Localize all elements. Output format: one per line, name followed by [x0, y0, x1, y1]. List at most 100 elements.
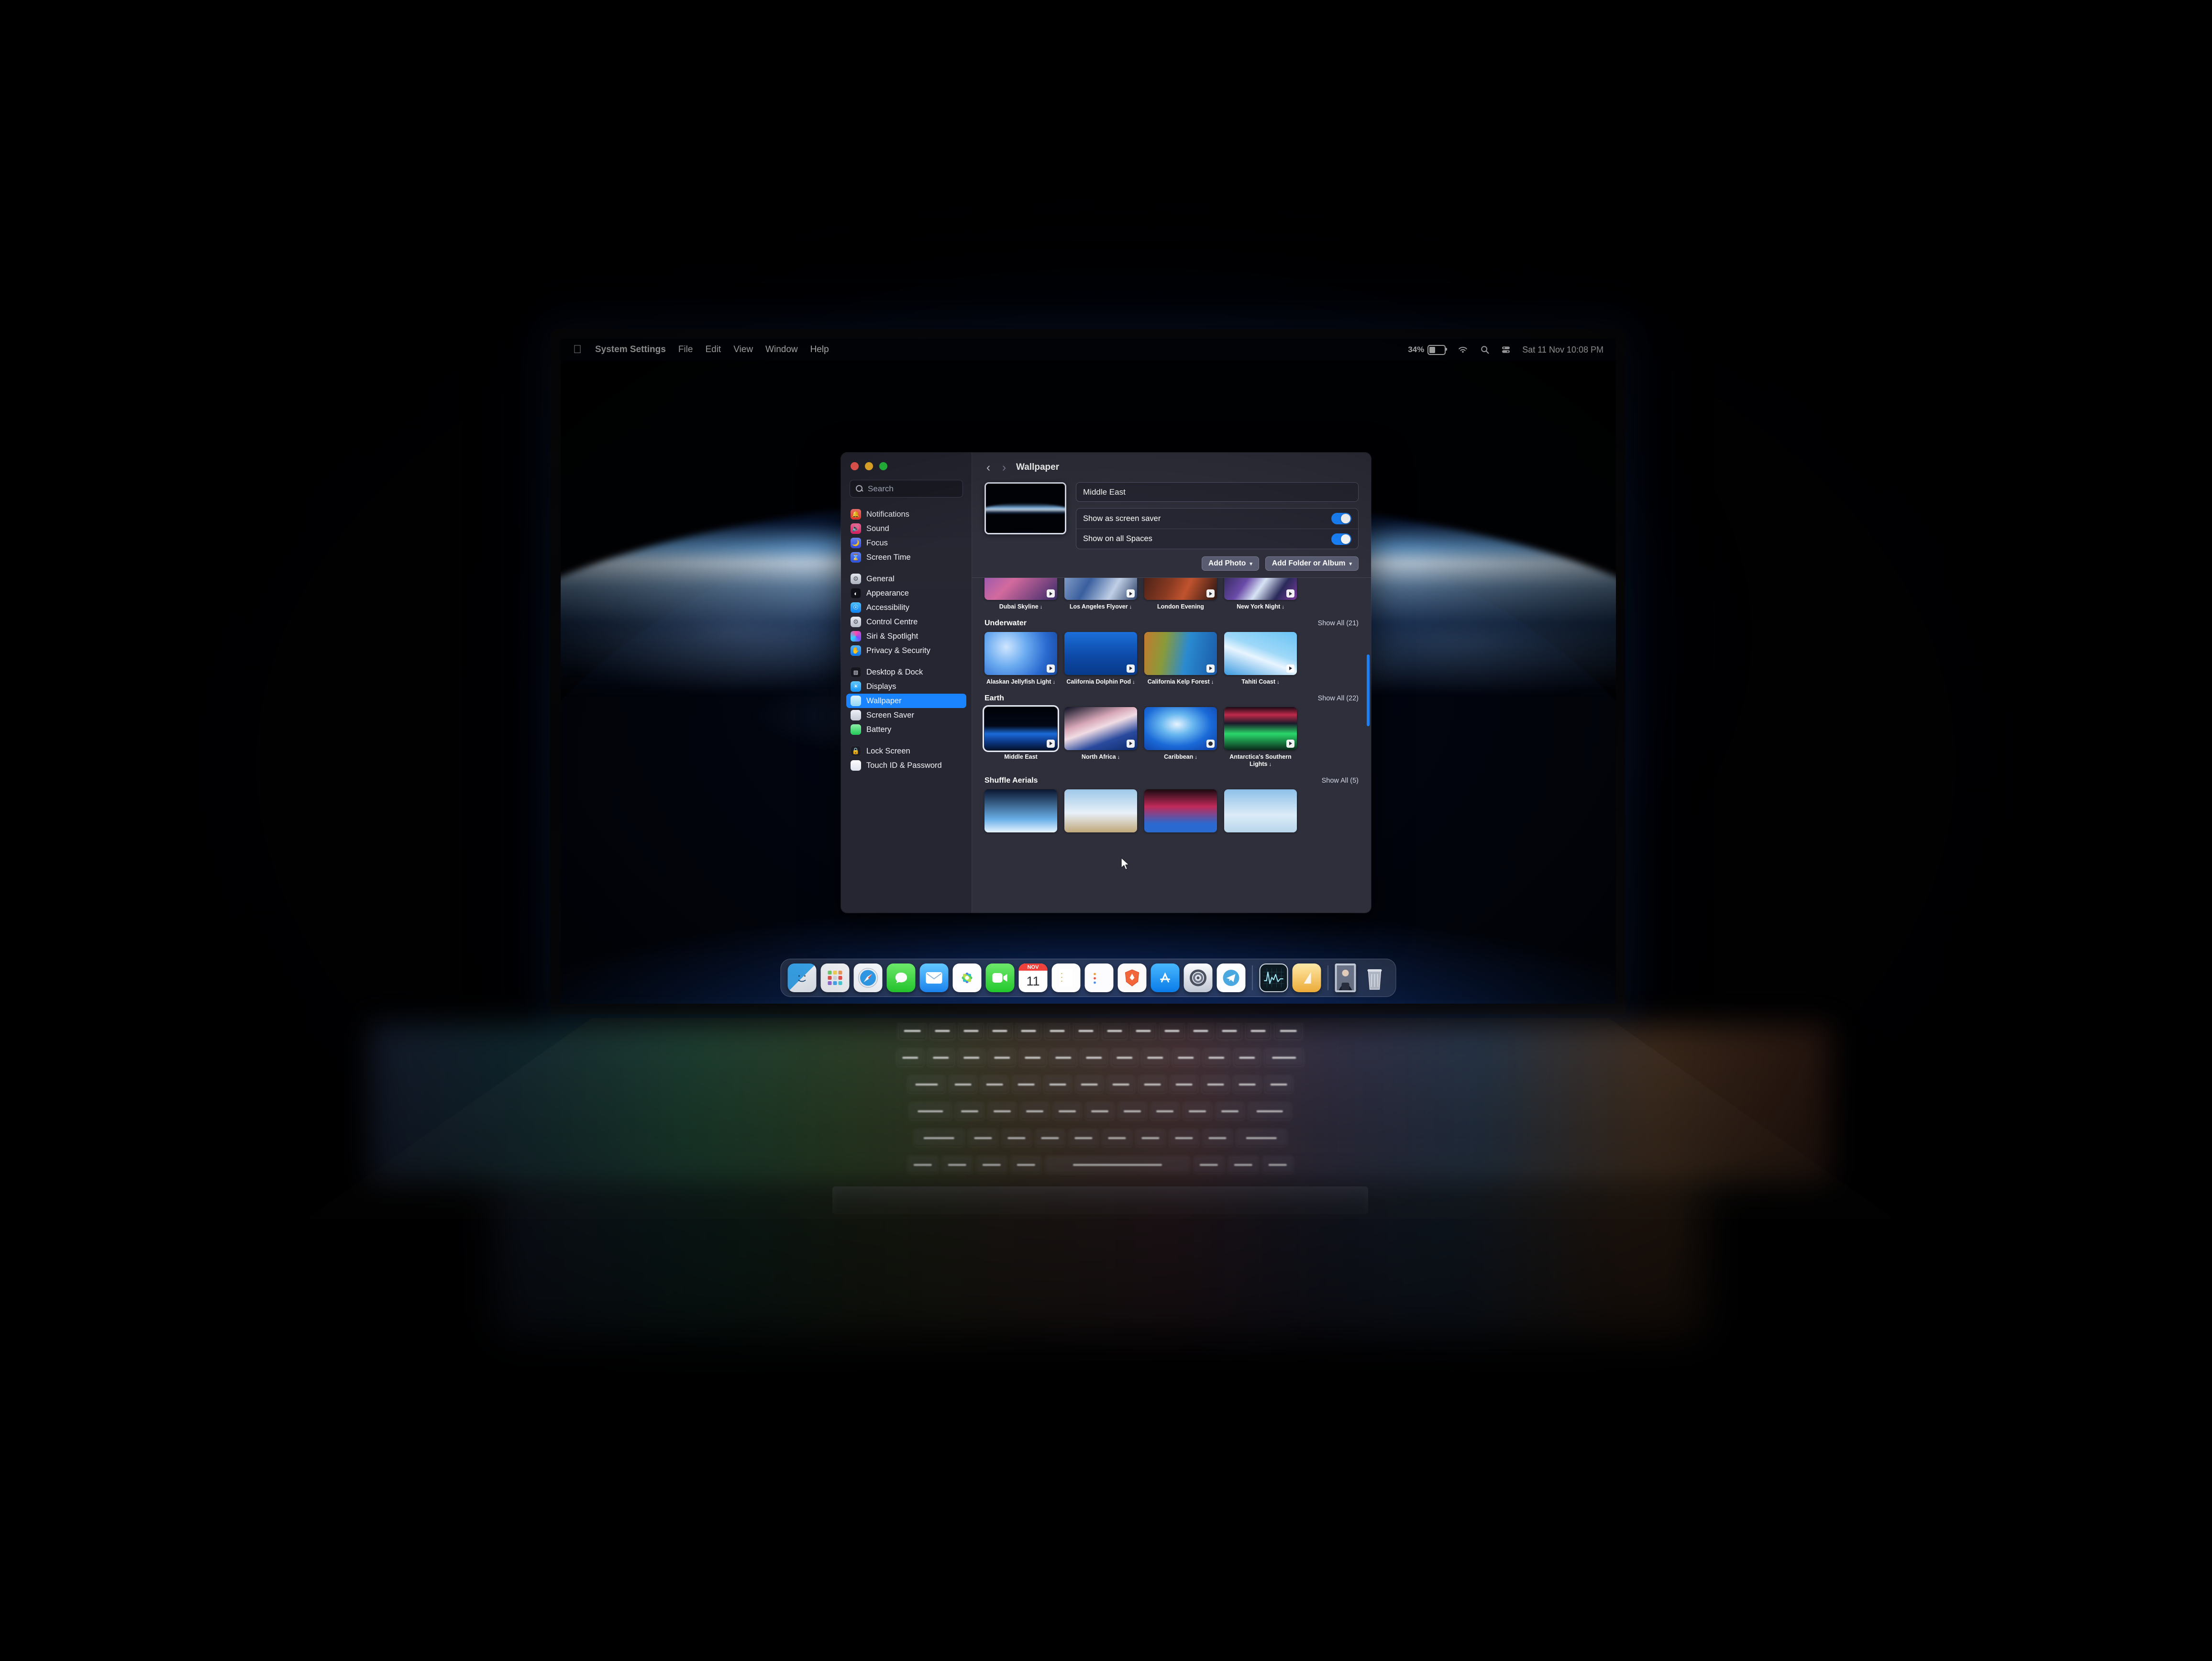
close-button[interactable] — [851, 462, 859, 470]
dock-item-facetime[interactable] — [985, 963, 1015, 992]
show-all-underwater[interactable]: Show All (21) — [1318, 620, 1359, 627]
wallpaper-thumbnail[interactable] — [1064, 789, 1137, 832]
dock-item-brave-browser[interactable] — [1117, 963, 1147, 992]
wallpaper-cell[interactable]: New York Night ↓ — [1224, 578, 1297, 611]
sidebar-item-general[interactable]: ⚙ General — [846, 572, 966, 586]
wallpaper-cell[interactable]: Caribbean ↓ — [1144, 707, 1217, 768]
sidebar-item-privacy-security[interactable]: ✋ Privacy & Security — [846, 643, 966, 658]
menu-help[interactable]: Help — [810, 344, 829, 355]
chevron-left-icon[interactable]: ‹ — [984, 461, 992, 475]
wallpaper-cell[interactable]: Los Angeles Flyover ↓ — [1064, 578, 1137, 611]
dock-item-calendar[interactable]: NOV 11 — [1018, 963, 1048, 992]
wallpaper-thumbnail[interactable] — [1224, 707, 1297, 750]
trackpad[interactable] — [832, 1186, 1368, 1214]
sidebar-item-accessibility[interactable]: ☉ Accessibility — [846, 600, 966, 615]
show-all-earth[interactable]: Show All (22) — [1318, 695, 1359, 702]
menu-system-settings[interactable]: System Settings — [595, 344, 666, 355]
wallpaper-thumbnail[interactable] — [984, 789, 1057, 832]
wallpaper-preview-thumbnail[interactable] — [984, 482, 1066, 534]
sidebar-item-screen-saver[interactable]: Screen Saver — [846, 708, 966, 722]
wallpaper-cell[interactable]: Tahiti Coast ↓ — [1224, 631, 1297, 686]
wallpaper-thumbnail[interactable] — [1144, 578, 1217, 600]
dock-item-photo-file[interactable] — [1335, 963, 1356, 992]
dock-item-app-store[interactable] — [1150, 963, 1180, 992]
show-as-screen-saver-toggle[interactable] — [1331, 513, 1351, 524]
wallpaper-cell[interactable]: Dubai Skyline ↓ — [984, 578, 1057, 611]
wallpaper-thumbnail[interactable] — [984, 578, 1057, 600]
show-on-all-spaces-toggle[interactable] — [1331, 533, 1351, 545]
apple-logo-icon[interactable]:  — [573, 344, 582, 355]
sidebar-item-desktop-dock[interactable]: ▧ Desktop & Dock — [846, 665, 966, 679]
dock-item-reminders[interactable] — [1084, 963, 1114, 992]
dock-item-system-settings[interactable] — [1183, 963, 1213, 992]
sidebar-item-appearance[interactable]: ◐ Appearance — [846, 586, 966, 600]
wallpaper-cell[interactable]: London Evening — [1144, 578, 1217, 611]
wifi-icon[interactable] — [1457, 345, 1469, 354]
dock-item-launchpad[interactable] — [820, 963, 850, 992]
sidebar-item-wallpaper[interactable]: Wallpaper — [846, 694, 966, 708]
dock-item-safari[interactable] — [853, 963, 883, 992]
wallpaper-cell[interactable]: Alaskan Jellyfish Light ↓ — [984, 631, 1057, 686]
chevron-right-icon[interactable]: › — [1000, 461, 1008, 475]
sidebar-item-notifications[interactable]: 🔔 Notifications — [846, 507, 966, 521]
sidebar-item-control-centre[interactable]: ⚙ Control Centre — [846, 615, 966, 629]
dock-item-notes[interactable] — [1051, 963, 1081, 992]
spotlight-search-icon[interactable] — [1480, 345, 1490, 354]
menu-bar-clock[interactable]: Sat 11 Nov 10:08 PM — [1522, 345, 1604, 355]
wallpaper-thumbnail[interactable] — [1224, 631, 1297, 675]
sidebar-item-screen-time[interactable]: ⌛ Screen Time — [846, 550, 966, 565]
wallpaper-thumbnail[interactable] — [1064, 578, 1137, 600]
wallpaper-thumbnail[interactable] — [1224, 578, 1297, 600]
wallpaper-thumbnail[interactable] — [984, 631, 1057, 675]
control-centre-icon[interactable] — [1501, 345, 1511, 354]
show-all-shuffle-aerials[interactable]: Show All (5) — [1322, 777, 1359, 785]
menu-edit[interactable]: Edit — [705, 344, 721, 355]
menu-window[interactable]: Window — [765, 344, 798, 355]
dock-item-telegram[interactable] — [1217, 963, 1246, 992]
wallpaper-thumbnail-selected[interactable] — [983, 705, 1059, 752]
wallpaper-cell[interactable]: North Africa ↓ — [1064, 707, 1137, 768]
wallpaper-thumbnail[interactable] — [1064, 631, 1137, 675]
sidebar-search-field[interactable]: Search — [850, 480, 963, 498]
wallpaper-gallery[interactable]: Dubai Skyline ↓ Los Angeles Flyover ↓ Lo… — [972, 577, 1371, 913]
wallpaper-thumbnail[interactable] — [1064, 707, 1137, 750]
wallpaper-cell[interactable] — [984, 789, 1057, 832]
wallpaper-cell[interactable] — [1224, 789, 1297, 832]
wallpaper-cell[interactable]: Antarctica's Southern Lights ↓ — [1224, 707, 1297, 768]
sidebar-label: Focus — [866, 538, 888, 547]
wallpaper-thumbnail[interactable] — [1224, 789, 1297, 832]
wallpaper-cell[interactable]: California Dolphin Pod ↓ — [1064, 631, 1137, 686]
wallpaper-cell[interactable] — [1144, 789, 1217, 832]
menu-view[interactable]: View — [733, 344, 753, 355]
sidebar-label: Control Centre — [866, 617, 918, 626]
dock-item-pages[interactable] — [1292, 963, 1321, 992]
zoom-button[interactable] — [879, 462, 887, 470]
menu-file[interactable]: File — [678, 344, 693, 355]
sidebar-item-focus[interactable]: 🌙 Focus — [846, 536, 966, 550]
wallpaper-cell[interactable]: Middle East — [983, 705, 1059, 768]
dock-item-messages[interactable] — [886, 963, 916, 992]
wallpaper-name-field[interactable]: Middle East — [1076, 482, 1359, 502]
wallpaper-thumbnail[interactable] — [1144, 631, 1217, 675]
dock-item-finder[interactable] — [787, 963, 817, 992]
laptop-keyboard — [306, 1018, 1894, 1338]
sidebar-item-siri-spotlight[interactable]: Siri & Spotlight — [846, 629, 966, 643]
gallery-scrollbar[interactable] — [1367, 654, 1370, 726]
wallpaper-thumbnail[interactable] — [1144, 789, 1217, 832]
sidebar-item-lock-screen[interactable]: 🔒 Lock Screen — [846, 744, 966, 758]
sidebar-item-displays[interactable]: ☀ Displays — [846, 679, 966, 694]
minimize-button[interactable] — [865, 462, 873, 470]
wallpaper-thumbnail[interactable] — [1144, 707, 1217, 750]
battery-status[interactable]: 34% — [1408, 344, 1448, 355]
sidebar-item-sound[interactable]: 🔊 Sound — [846, 521, 966, 536]
wallpaper-cell[interactable] — [1064, 789, 1137, 832]
sidebar-item-battery[interactable]: Battery — [846, 722, 966, 737]
sidebar-item-touch-id[interactable]: Touch ID & Password — [846, 758, 966, 773]
dock-item-activity-monitor[interactable] — [1259, 963, 1288, 992]
wallpaper-cell[interactable]: California Kelp Forest ↓ — [1144, 631, 1217, 686]
add-photo-button[interactable]: Add Photo ▾ — [1202, 556, 1259, 571]
dock-item-photos[interactable] — [952, 963, 982, 992]
dock-item-mail[interactable] — [919, 963, 949, 992]
dock-item-trash[interactable] — [1360, 963, 1389, 992]
add-folder-or-album-button[interactable]: Add Folder or Album ▾ — [1265, 556, 1359, 571]
